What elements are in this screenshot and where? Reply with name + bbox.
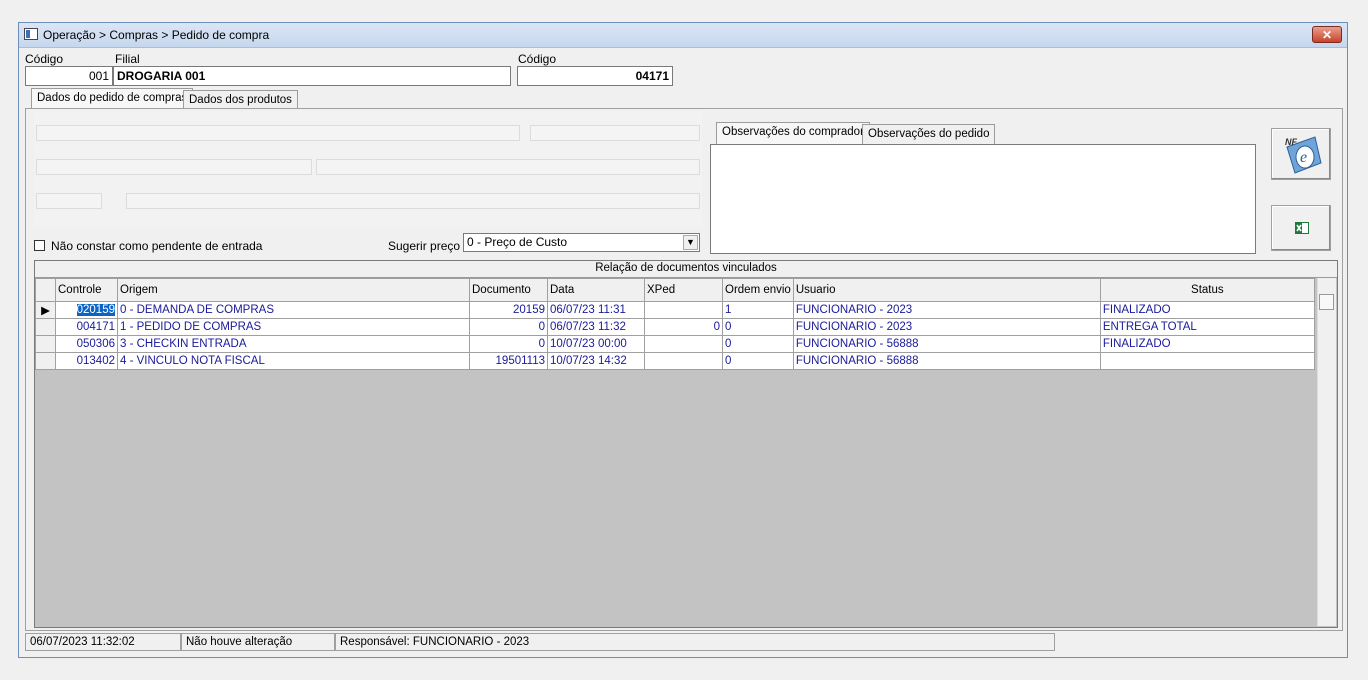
status-change: Não houve alteração bbox=[181, 633, 335, 651]
cell-usuario[interactable]: FUNCIONARIO - 2023 bbox=[792, 301, 1101, 319]
cell-status[interactable]: FINALIZADO bbox=[1099, 301, 1315, 319]
cell-xped[interactable] bbox=[644, 335, 723, 353]
cell-origem[interactable]: 1 - PEDIDO DE COMPRAS bbox=[117, 318, 470, 336]
current-row-arrow-icon: ▶ bbox=[35, 301, 56, 319]
svg-text:NF: NF bbox=[1285, 137, 1297, 147]
table-header-row: Controle Origem Documento Data XPed Orde… bbox=[35, 278, 1315, 302]
col-status[interactable]: Status bbox=[1099, 278, 1315, 302]
row-indicator-header bbox=[35, 278, 56, 302]
col-ordem-envio[interactable]: Ordem envio bbox=[722, 278, 794, 302]
nfe-icon: e NF bbox=[1285, 136, 1322, 174]
excel-icon bbox=[1295, 222, 1309, 234]
nfe-button[interactable]: e NF bbox=[1271, 128, 1331, 180]
cell-controle[interactable]: 004171 bbox=[55, 318, 118, 336]
observacoes-textarea[interactable] bbox=[710, 144, 1256, 254]
pendente-checkbox-label: Não constar como pendente de entrada bbox=[51, 239, 263, 253]
filial-field[interactable]: DROGARIA 001 bbox=[113, 66, 511, 86]
sugerir-preco-label: Sugerir preço : bbox=[388, 239, 467, 253]
disabled-field bbox=[36, 159, 312, 175]
codigo-field[interactable]: 001 bbox=[25, 66, 113, 86]
vertical-scrollbar[interactable] bbox=[1317, 278, 1336, 626]
cell-origem[interactable]: 3 - CHECKIN ENTRADA bbox=[117, 335, 470, 353]
disabled-field bbox=[36, 193, 102, 209]
col-xped[interactable]: XPed bbox=[644, 278, 723, 302]
cell-documento[interactable]: 19501113 bbox=[469, 352, 548, 370]
cell-ordem[interactable]: 0 bbox=[722, 318, 794, 336]
cell-data[interactable]: 06/07/23 11:31 bbox=[547, 301, 645, 319]
scrollbar-thumb[interactable] bbox=[1319, 294, 1334, 310]
disabled-field bbox=[126, 193, 700, 209]
cell-xped[interactable]: 0 bbox=[644, 318, 723, 336]
col-documento[interactable]: Documento bbox=[469, 278, 548, 302]
table-row[interactable]: 004171 1 - PEDIDO DE COMPRAS 0 06/07/23 … bbox=[35, 318, 1315, 336]
svg-text:e: e bbox=[1300, 149, 1307, 166]
export-excel-button[interactable] bbox=[1271, 205, 1331, 251]
cell-ordem[interactable]: 0 bbox=[722, 335, 794, 353]
codigo2-label: Código bbox=[518, 52, 557, 66]
row-indicator bbox=[35, 335, 56, 353]
window-icon bbox=[24, 28, 38, 40]
documents-table: Controle Origem Documento Data XPed Orde… bbox=[35, 278, 1315, 370]
tab-dados-produtos[interactable]: Dados dos produtos bbox=[183, 90, 298, 110]
cell-status[interactable] bbox=[1099, 352, 1315, 370]
row-indicator bbox=[35, 352, 56, 370]
tab-obs-pedido[interactable]: Observações do pedido bbox=[862, 124, 996, 144]
codigo-label: Código bbox=[25, 52, 64, 66]
cell-xped[interactable] bbox=[644, 301, 723, 319]
cell-controle[interactable]: 013402 bbox=[55, 352, 118, 370]
tab-panel: Observações do comprador Observações do … bbox=[25, 108, 1343, 631]
col-usuario[interactable]: Usuario bbox=[792, 278, 1101, 302]
tab-dados-pedido[interactable]: Dados do pedido de compras bbox=[31, 88, 194, 110]
col-origem[interactable]: Origem bbox=[117, 278, 470, 302]
window-title: Operação > Compras > Pedido de compra bbox=[43, 28, 270, 42]
cell-usuario[interactable]: FUNCIONARIO - 2023 bbox=[792, 318, 1101, 336]
sugerir-preco-value: 0 - Preço de Custo bbox=[467, 235, 568, 249]
cell-ordem[interactable]: 0 bbox=[722, 352, 794, 370]
status-bar: 06/07/2023 11:32:02 Não houve alteração … bbox=[25, 633, 1343, 653]
cell-status[interactable]: ENTREGA TOTAL bbox=[1099, 318, 1315, 336]
cell-documento[interactable]: 20159 bbox=[469, 301, 548, 319]
close-button[interactable]: ✕ bbox=[1312, 26, 1342, 43]
cell-data[interactable]: 06/07/23 11:32 bbox=[547, 318, 645, 336]
disabled-field bbox=[36, 125, 520, 141]
col-controle[interactable]: Controle bbox=[55, 278, 118, 302]
cell-usuario[interactable]: FUNCIONARIO - 56888 bbox=[792, 352, 1101, 370]
cell-usuario[interactable]: FUNCIONARIO - 56888 bbox=[792, 335, 1101, 353]
status-responsavel: Responsável: FUNCIONARIO - 2023 bbox=[335, 633, 1055, 651]
tab-obs-comprador[interactable]: Observações do comprador bbox=[716, 122, 870, 144]
disabled-field bbox=[316, 159, 700, 175]
grid-title: Relação de documentos vinculados bbox=[35, 261, 1337, 278]
cell-xped[interactable] bbox=[644, 352, 723, 370]
table-row[interactable]: 013402 4 - VINCULO NOTA FISCAL 19501113 … bbox=[35, 352, 1315, 370]
cell-data[interactable]: 10/07/23 00:00 bbox=[547, 335, 645, 353]
disabled-form-area bbox=[34, 111, 702, 227]
pedido-codigo-field[interactable]: 04171 bbox=[517, 66, 673, 86]
cell-ordem[interactable]: 1 bbox=[722, 301, 794, 319]
col-data[interactable]: Data bbox=[547, 278, 645, 302]
cell-documento[interactable]: 0 bbox=[469, 318, 548, 336]
cell-status[interactable]: FINALIZADO bbox=[1099, 335, 1315, 353]
cell-controle[interactable]: 020159 bbox=[76, 304, 115, 316]
cell-controle[interactable]: 050306 bbox=[55, 335, 118, 353]
main-window: Operação > Compras > Pedido de compra ✕ … bbox=[18, 22, 1348, 658]
row-indicator bbox=[35, 318, 56, 336]
chevron-down-icon[interactable]: ▼ bbox=[683, 235, 698, 250]
pendente-checkbox[interactable] bbox=[34, 240, 45, 251]
cell-data[interactable]: 10/07/23 14:32 bbox=[547, 352, 645, 370]
cell-documento[interactable]: 0 bbox=[469, 335, 548, 353]
title-bar[interactable]: Operação > Compras > Pedido de compra ✕ bbox=[19, 23, 1347, 48]
disabled-field bbox=[530, 125, 700, 141]
status-datetime: 06/07/2023 11:32:02 bbox=[25, 633, 181, 651]
filial-label: Filial bbox=[115, 52, 140, 66]
table-row[interactable]: ▶ 020159 0 - DEMANDA DE COMPRAS 20159 06… bbox=[35, 301, 1315, 319]
cell-origem[interactable]: 0 - DEMANDA DE COMPRAS bbox=[117, 301, 470, 319]
documents-grid: Relação de documentos vinculados Control… bbox=[34, 260, 1338, 628]
table-row[interactable]: 050306 3 - CHECKIN ENTRADA 0 10/07/23 00… bbox=[35, 335, 1315, 353]
cell-origem[interactable]: 4 - VINCULO NOTA FISCAL bbox=[117, 352, 470, 370]
sugerir-preco-select[interactable]: 0 - Preço de Custo ▼ bbox=[463, 233, 700, 252]
